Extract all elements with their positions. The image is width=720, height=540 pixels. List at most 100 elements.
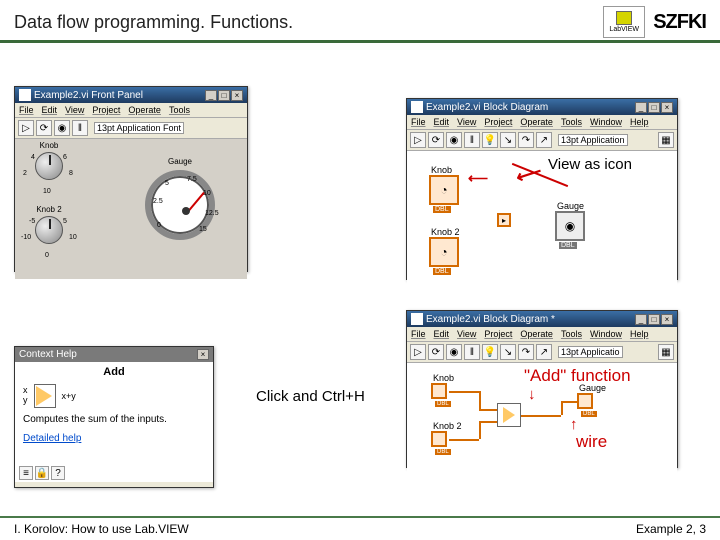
pause-button[interactable]: ‖ <box>72 120 88 136</box>
menu-item[interactable]: Tools <box>169 105 190 115</box>
maximize-button[interactable]: □ <box>648 314 660 325</box>
close-button[interactable]: × <box>231 90 243 101</box>
bd1-titlebar[interactable]: Example2.vi Block Diagram _ □ × <box>407 99 677 115</box>
knob-terminal[interactable]: Knob ◔ DBL <box>429 175 459 205</box>
maximize-button[interactable]: □ <box>218 90 230 101</box>
bd2-menubar[interactable]: File Edit View Project Operate Tools Win… <box>407 327 677 342</box>
knob2-terminal-small[interactable]: Knob 2 DBL <box>431 431 447 447</box>
menu-item[interactable]: Operate <box>520 117 553 127</box>
pause-button[interactable]: ‖ <box>464 344 480 360</box>
menu-item[interactable]: Tools <box>561 329 582 339</box>
header-logos: LabVIEW SZFKI <box>603 6 706 38</box>
close-button[interactable]: × <box>661 314 673 325</box>
knob2-label: Knob 2 <box>433 421 462 431</box>
menu-item[interactable]: Project <box>484 117 512 127</box>
wire <box>449 391 479 393</box>
footer-right: Example 2, 3 <box>636 522 706 536</box>
knob-label: Knob <box>433 373 454 383</box>
menu-item[interactable]: View <box>457 329 476 339</box>
ctx-btn-3[interactable]: ? <box>51 466 65 480</box>
gauge-indicator: Gauge 0 2.5 5 7.5 10 12.5 15 <box>145 157 215 240</box>
abort-button[interactable]: ◉ <box>54 120 70 136</box>
dbl-tag: DBL <box>433 268 451 275</box>
run-continuous-button[interactable]: ⟳ <box>36 120 52 136</box>
font-selector[interactable]: 13pt Application <box>558 134 628 146</box>
run-continuous-button[interactable]: ⟳ <box>428 344 444 360</box>
close-button[interactable]: × <box>661 102 673 113</box>
gauge-terminal-small[interactable]: Gauge DBL <box>577 393 593 409</box>
front-panel-toolbar: ▷ ⟳ ◉ ‖ 13pt Application Font <box>15 118 247 139</box>
step-out-button[interactable]: ↗ <box>536 132 552 148</box>
bd1-menubar[interactable]: File Edit View Project Operate Tools Win… <box>407 115 677 130</box>
menu-item[interactable]: Tools <box>561 117 582 127</box>
menu-item[interactable]: Edit <box>42 105 58 115</box>
dbl-tag: DBL <box>433 206 451 213</box>
wire <box>521 415 561 417</box>
block-diagram-1-window: Example2.vi Block Diagram _ □ × File Edi… <box>406 98 678 280</box>
add-function-node[interactable] <box>497 403 521 427</box>
detailed-help-link[interactable]: Detailed help <box>23 433 205 444</box>
ctx-btn-1[interactable]: ≡ <box>19 466 33 480</box>
step-into-button[interactable]: ↘ <box>500 344 516 360</box>
step-out-button[interactable]: ↗ <box>536 344 552 360</box>
menu-item[interactable]: File <box>19 105 34 115</box>
ctx-help-titlebar[interactable]: Context Help × <box>15 347 213 362</box>
run-button[interactable]: ▷ <box>410 344 426 360</box>
minimize-button[interactable]: _ <box>635 102 647 113</box>
gauge-icon-terminal[interactable]: ▸ <box>497 213 511 227</box>
ctx-inputs: x y <box>23 386 28 406</box>
vi-icon[interactable]: ▦ <box>658 344 674 360</box>
knob2-dial[interactable] <box>35 216 63 244</box>
close-button[interactable]: × <box>197 349 209 360</box>
menu-item[interactable]: File <box>411 117 426 127</box>
menu-item[interactable]: Edit <box>434 329 450 339</box>
menu-item[interactable]: Operate <box>128 105 161 115</box>
ctx-help-body: Add x y x+y Computes the sum of the inpu… <box>15 362 213 482</box>
menu-item[interactable]: Window <box>590 329 622 339</box>
menu-item[interactable]: Help <box>630 329 649 339</box>
ctx-btn-2[interactable]: 🔒 <box>35 466 49 480</box>
abort-button[interactable]: ◉ <box>446 132 462 148</box>
maximize-button[interactable]: □ <box>648 102 660 113</box>
step-into-button[interactable]: ↘ <box>500 132 516 148</box>
wire <box>561 401 563 415</box>
ctx-help-heading: Add <box>23 366 205 378</box>
step-over-button[interactable]: ↷ <box>518 132 534 148</box>
menu-item[interactable]: Help <box>630 117 649 127</box>
run-continuous-button[interactable]: ⟳ <box>428 132 444 148</box>
gauge-label: Gauge <box>145 157 215 166</box>
bd2-titlebar[interactable]: Example2.vi Block Diagram * _ □ × <box>407 311 677 327</box>
font-selector[interactable]: 13pt Applicatio <box>558 346 623 358</box>
minimize-button[interactable]: _ <box>635 314 647 325</box>
run-button[interactable]: ▷ <box>410 132 426 148</box>
menu-item[interactable]: Edit <box>434 117 450 127</box>
vi-icon[interactable]: ▦ <box>658 132 674 148</box>
bd2-title: Example2.vi Block Diagram * <box>426 314 555 325</box>
gauge-center <box>182 207 190 215</box>
menu-item[interactable]: Project <box>92 105 120 115</box>
knob-label: Knob <box>27 141 71 150</box>
menu-item[interactable]: View <box>65 105 84 115</box>
pause-button[interactable]: ‖ <box>464 132 480 148</box>
menu-item[interactable]: File <box>411 329 426 339</box>
menu-item[interactable]: View <box>457 117 476 127</box>
bd1-body[interactable]: Knob ◔ DBL Knob 2 ◔ DBL ▸ Gauge ◉ DBL <box>407 151 677 287</box>
minimize-button[interactable]: _ <box>205 90 217 101</box>
front-panel-titlebar[interactable]: Example2.vi Front Panel _ □ × <box>15 87 247 103</box>
knob-dial[interactable] <box>35 152 63 180</box>
page-title: Data flow programming. Functions. <box>14 12 293 33</box>
front-panel-menubar[interactable]: File Edit View Project Operate Tools <box>15 103 247 118</box>
gauge-terminal[interactable]: Gauge ◉ DBL <box>555 211 585 241</box>
highlight-button[interactable]: 💡 <box>482 132 498 148</box>
knob2-terminal[interactable]: Knob 2 ◔ DBL <box>429 237 459 267</box>
szfki-logo: SZFKI <box>653 11 706 34</box>
highlight-button[interactable]: 💡 <box>482 344 498 360</box>
run-button[interactable]: ▷ <box>18 120 34 136</box>
knob-terminal-small[interactable]: Knob DBL <box>431 383 447 399</box>
abort-button[interactable]: ◉ <box>446 344 462 360</box>
menu-item[interactable]: Window <box>590 117 622 127</box>
font-selector[interactable]: 13pt Application Font <box>94 122 184 134</box>
menu-item[interactable]: Operate <box>520 329 553 339</box>
step-over-button[interactable]: ↷ <box>518 344 534 360</box>
menu-item[interactable]: Project <box>484 329 512 339</box>
